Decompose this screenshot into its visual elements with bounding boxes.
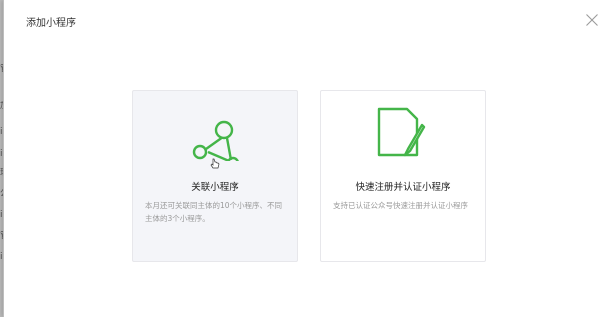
close-icon[interactable] [585, 13, 599, 27]
link-mini-program-card[interactable]: 关联小程序 本月还可关联同主体的10个小程序、不同主体的3个小程序。 [132, 90, 298, 262]
dialog-title: 添加小程序 [26, 18, 76, 29]
document-pen-icon [377, 107, 426, 157]
quick-register-description: 支持已认证公众号快速注册并认证小程序 [333, 201, 468, 210]
link-graph-icon [192, 120, 239, 161]
quick-register-title: 快速注册并认证小程序 [355, 182, 451, 193]
link-mini-program-description: 本月还可关联同主体的10个小程序、不同主体的3个小程序。 [145, 201, 283, 223]
add-mini-program-dialog: 添加小程序 关联小程序 本月还可关联同主体的10个小程序、不同主体的3个小程序。 [3, 0, 614, 317]
hand-cursor-icon [210, 158, 220, 169]
quick-register-card[interactable]: 快速注册并认证小程序 支持已认证公众号快速注册并认证小程序 [320, 90, 486, 262]
link-mini-program-title: 关联小程序 [191, 182, 239, 193]
